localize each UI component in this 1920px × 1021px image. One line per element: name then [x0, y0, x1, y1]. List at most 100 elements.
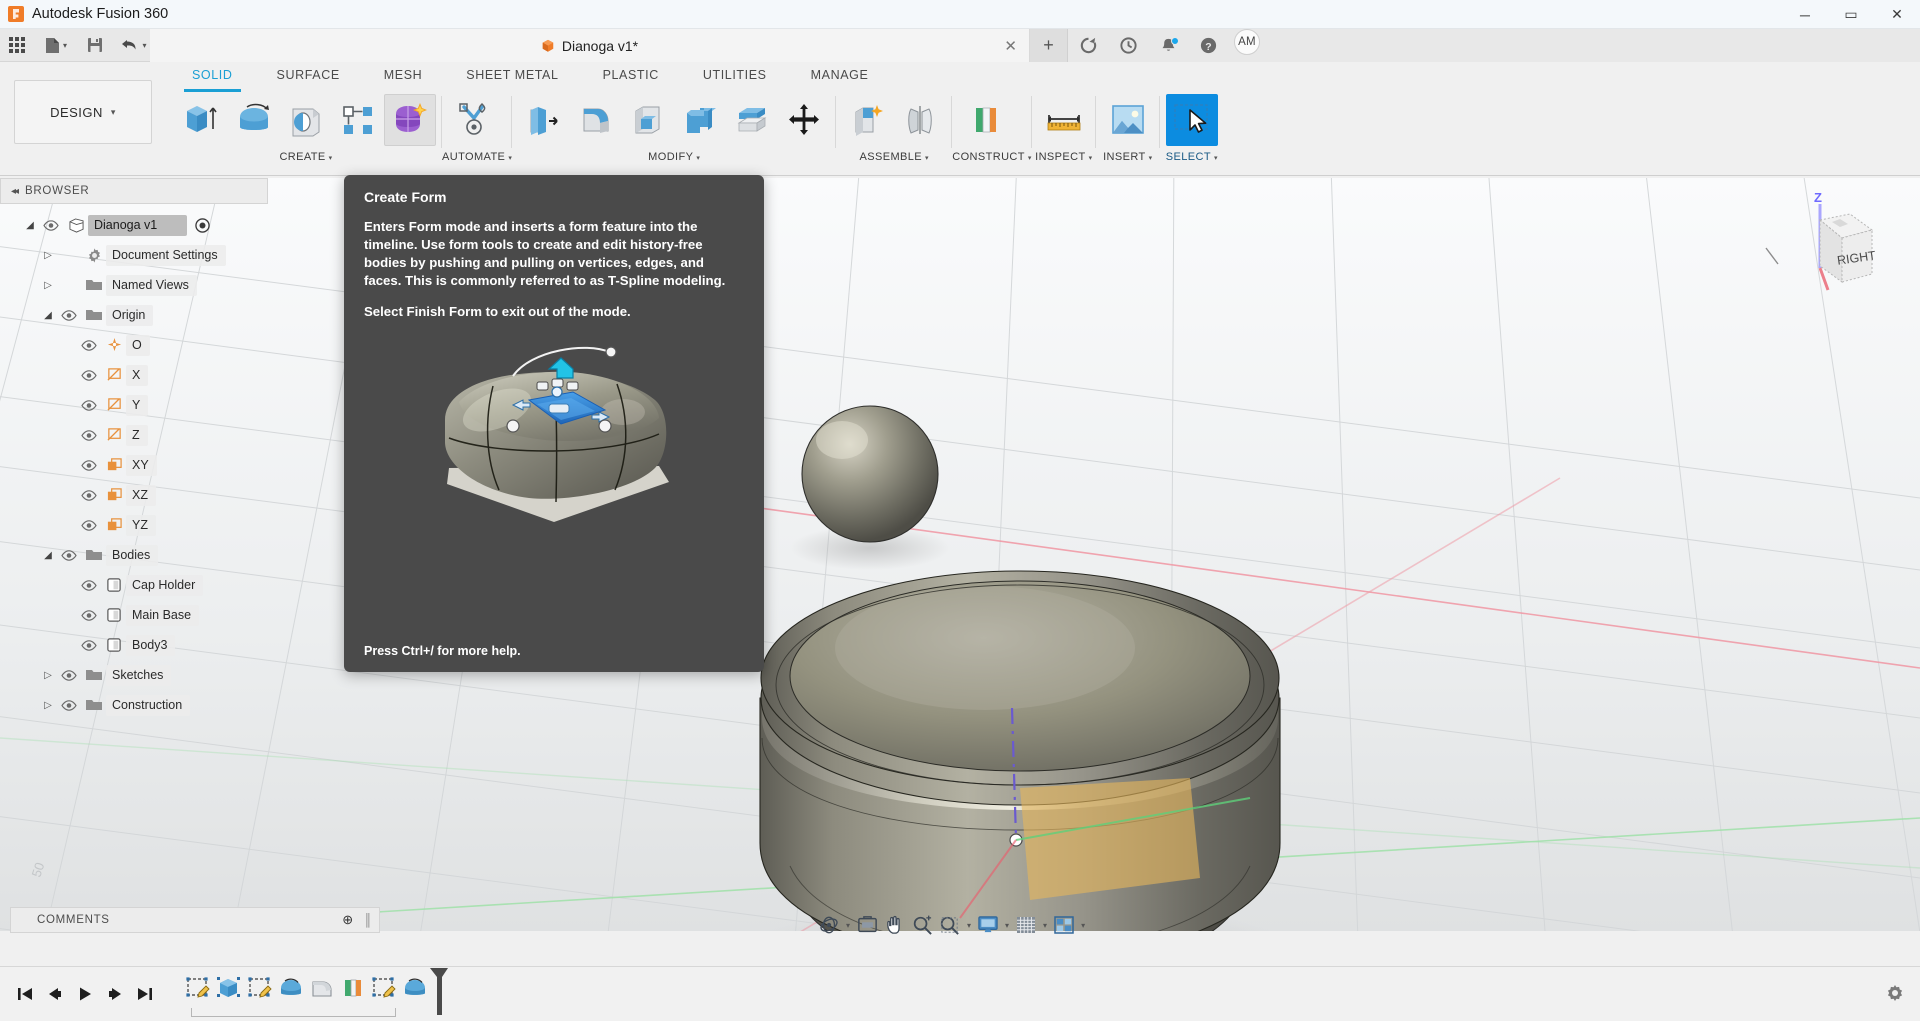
visibility-eye-icon[interactable] — [56, 699, 82, 711]
minimize-button[interactable]: ─ — [1782, 0, 1828, 29]
visibility-eye-icon[interactable] — [56, 309, 82, 321]
timeline-feature-revolve-2[interactable] — [399, 971, 430, 1004]
ribbon-tab-solid[interactable]: SOLID — [170, 62, 255, 92]
automate-tool[interactable] — [448, 94, 500, 146]
notifications-bell-icon[interactable] — [1148, 29, 1188, 62]
tree-node-dianoga[interactable]: ◢ Dianoga v1 — [0, 210, 268, 240]
visibility-eye-icon[interactable] — [76, 579, 102, 591]
tree-node-body-main-base[interactable]: Main Base — [0, 600, 268, 630]
visibility-eye-icon[interactable] — [76, 369, 102, 381]
comments-panel[interactable]: COMMENTS ⊕ ║ — [10, 907, 380, 933]
tree-node-axis-x[interactable]: X — [0, 360, 268, 390]
tree-node-origin[interactable]: ◢ Origin — [0, 300, 268, 330]
visibility-eye-icon[interactable] — [76, 459, 102, 471]
measure-tool[interactable] — [1038, 94, 1090, 146]
visibility-eye-icon[interactable] — [76, 429, 102, 441]
insert-image-tool[interactable] — [1102, 94, 1154, 146]
user-avatar[interactable]: AM — [1234, 29, 1260, 55]
new-file-icon[interactable]: ▾ — [34, 30, 78, 60]
step-back-button[interactable] — [40, 974, 70, 1014]
visibility-eye-icon[interactable] — [56, 549, 82, 561]
tree-node-body-body3[interactable]: Body3 — [0, 630, 268, 660]
maximize-button[interactable]: ▭ — [1828, 0, 1874, 29]
tree-node-sketches[interactable]: ▷ Sketches — [0, 660, 268, 690]
activate-component-radio[interactable] — [193, 216, 211, 234]
viewports-icon[interactable]: ▾ — [1050, 910, 1088, 940]
tree-node-plane-xy[interactable]: XY — [0, 450, 268, 480]
expand-arrow-icon[interactable]: ▷ — [40, 280, 56, 291]
expand-arrow-icon[interactable]: ◢ — [22, 220, 38, 231]
timeline-feature-sketch-3[interactable] — [368, 971, 399, 1004]
job-status-clock-icon[interactable] — [1108, 29, 1148, 62]
save-icon[interactable] — [78, 30, 112, 60]
zoom-window-icon[interactable]: ▾ — [936, 910, 974, 940]
ribbon-tab-utilities[interactable]: UTILITIES — [681, 62, 789, 92]
tree-node-bodies[interactable]: ◢ Bodies — [0, 540, 268, 570]
timeline-end-marker[interactable] — [428, 967, 448, 1017]
tree-node-origin-point-o[interactable]: O — [0, 330, 268, 360]
hole-tool[interactable] — [280, 94, 332, 146]
go-to-end-button[interactable] — [130, 974, 160, 1014]
ribbon-tab-surface[interactable]: SURFACE — [255, 62, 362, 92]
shell-tool[interactable] — [622, 94, 674, 146]
display-settings-icon[interactable]: ▾ — [974, 910, 1012, 940]
timeline-feature-extrude-1[interactable] — [213, 971, 244, 1004]
document-tab-dianoga[interactable]: Dianoga v1* ✕ — [150, 29, 1030, 62]
visibility-eye-icon[interactable] — [76, 399, 102, 411]
settings-gear-icon[interactable] — [1884, 983, 1906, 1008]
visibility-eye-icon[interactable] — [56, 669, 82, 681]
move-copy-tool[interactable] — [778, 94, 830, 146]
view-cube[interactable]: Z RIGHT — [1762, 186, 1882, 306]
visibility-eye-icon[interactable] — [76, 609, 102, 621]
grid-snaps-icon[interactable]: ▾ — [1012, 910, 1050, 940]
ribbon-tab-mesh[interactable]: MESH — [362, 62, 445, 92]
tree-node-axis-z[interactable]: Z — [0, 420, 268, 450]
step-forward-button[interactable] — [100, 974, 130, 1014]
timeline-feature-appearance-1[interactable] — [337, 971, 368, 1004]
expand-arrow-icon[interactable]: ▷ — [40, 670, 56, 681]
add-comment-icon[interactable]: ⊕ — [342, 912, 364, 928]
visibility-eye-icon[interactable] — [38, 219, 64, 231]
visibility-eye-icon[interactable] — [76, 489, 102, 501]
offset-face-tool[interactable] — [726, 94, 778, 146]
tree-node-document-settings[interactable]: ▷ Document Settings — [0, 240, 268, 270]
help-icon[interactable]: ? — [1188, 29, 1228, 62]
tree-node-axis-y[interactable]: Y — [0, 390, 268, 420]
ribbon-tab-plastic[interactable]: PLASTIC — [581, 62, 681, 92]
collapse-panel-icon[interactable]: ◂◂ — [1, 186, 25, 197]
press-pull-tool[interactable] — [518, 94, 570, 146]
revolve-tool[interactable] — [228, 94, 280, 146]
offset-plane-tool[interactable] — [958, 94, 1010, 146]
tree-node-plane-yz[interactable]: YZ — [0, 510, 268, 540]
close-window-button[interactable]: ✕ — [1874, 0, 1920, 29]
visibility-eye-icon[interactable] — [76, 639, 102, 651]
ribbon-tab-manage[interactable]: MANAGE — [789, 62, 891, 92]
visibility-eye-icon[interactable] — [76, 339, 102, 351]
fillet-tool[interactable] — [570, 94, 622, 146]
close-icon[interactable]: ✕ — [1004, 37, 1017, 55]
expand-arrow-icon[interactable]: ▷ — [40, 250, 56, 261]
new-component-tool[interactable] — [842, 94, 894, 146]
resize-grip-icon[interactable]: ║ — [364, 913, 379, 927]
select-tool[interactable] — [1165, 94, 1218, 146]
tree-node-construction[interactable]: ▷ Construction — [0, 690, 268, 720]
ribbon-tab-sheet-metal[interactable]: SHEET METAL — [444, 62, 580, 92]
go-to-beginning-button[interactable] — [10, 974, 40, 1014]
extrude-tool[interactable] — [176, 94, 228, 146]
play-button[interactable] — [70, 974, 100, 1014]
viewport-3d[interactable]: 50 50 Z RIGHT — [0, 178, 1920, 931]
create-form-tool[interactable] — [384, 94, 436, 146]
tree-node-named-views[interactable]: ▷ Named Views — [0, 270, 268, 300]
tree-node-plane-xz[interactable]: XZ — [0, 480, 268, 510]
joint-tool[interactable] — [894, 94, 946, 146]
thread-tool[interactable] — [332, 94, 384, 146]
visibility-eye-icon[interactable] — [76, 519, 102, 531]
look-at-icon[interactable] — [853, 910, 882, 940]
app-grid-icon[interactable] — [0, 30, 34, 60]
timeline-feature-revolve-1[interactable] — [275, 971, 306, 1004]
expand-arrow-icon[interactable]: ▷ — [40, 700, 56, 711]
new-tab-button[interactable]: + — [1030, 29, 1068, 62]
timeline-feature-sketch-2[interactable] — [244, 971, 275, 1004]
pan-icon[interactable] — [882, 910, 909, 940]
orbit-icon[interactable]: ▾ — [815, 910, 853, 940]
